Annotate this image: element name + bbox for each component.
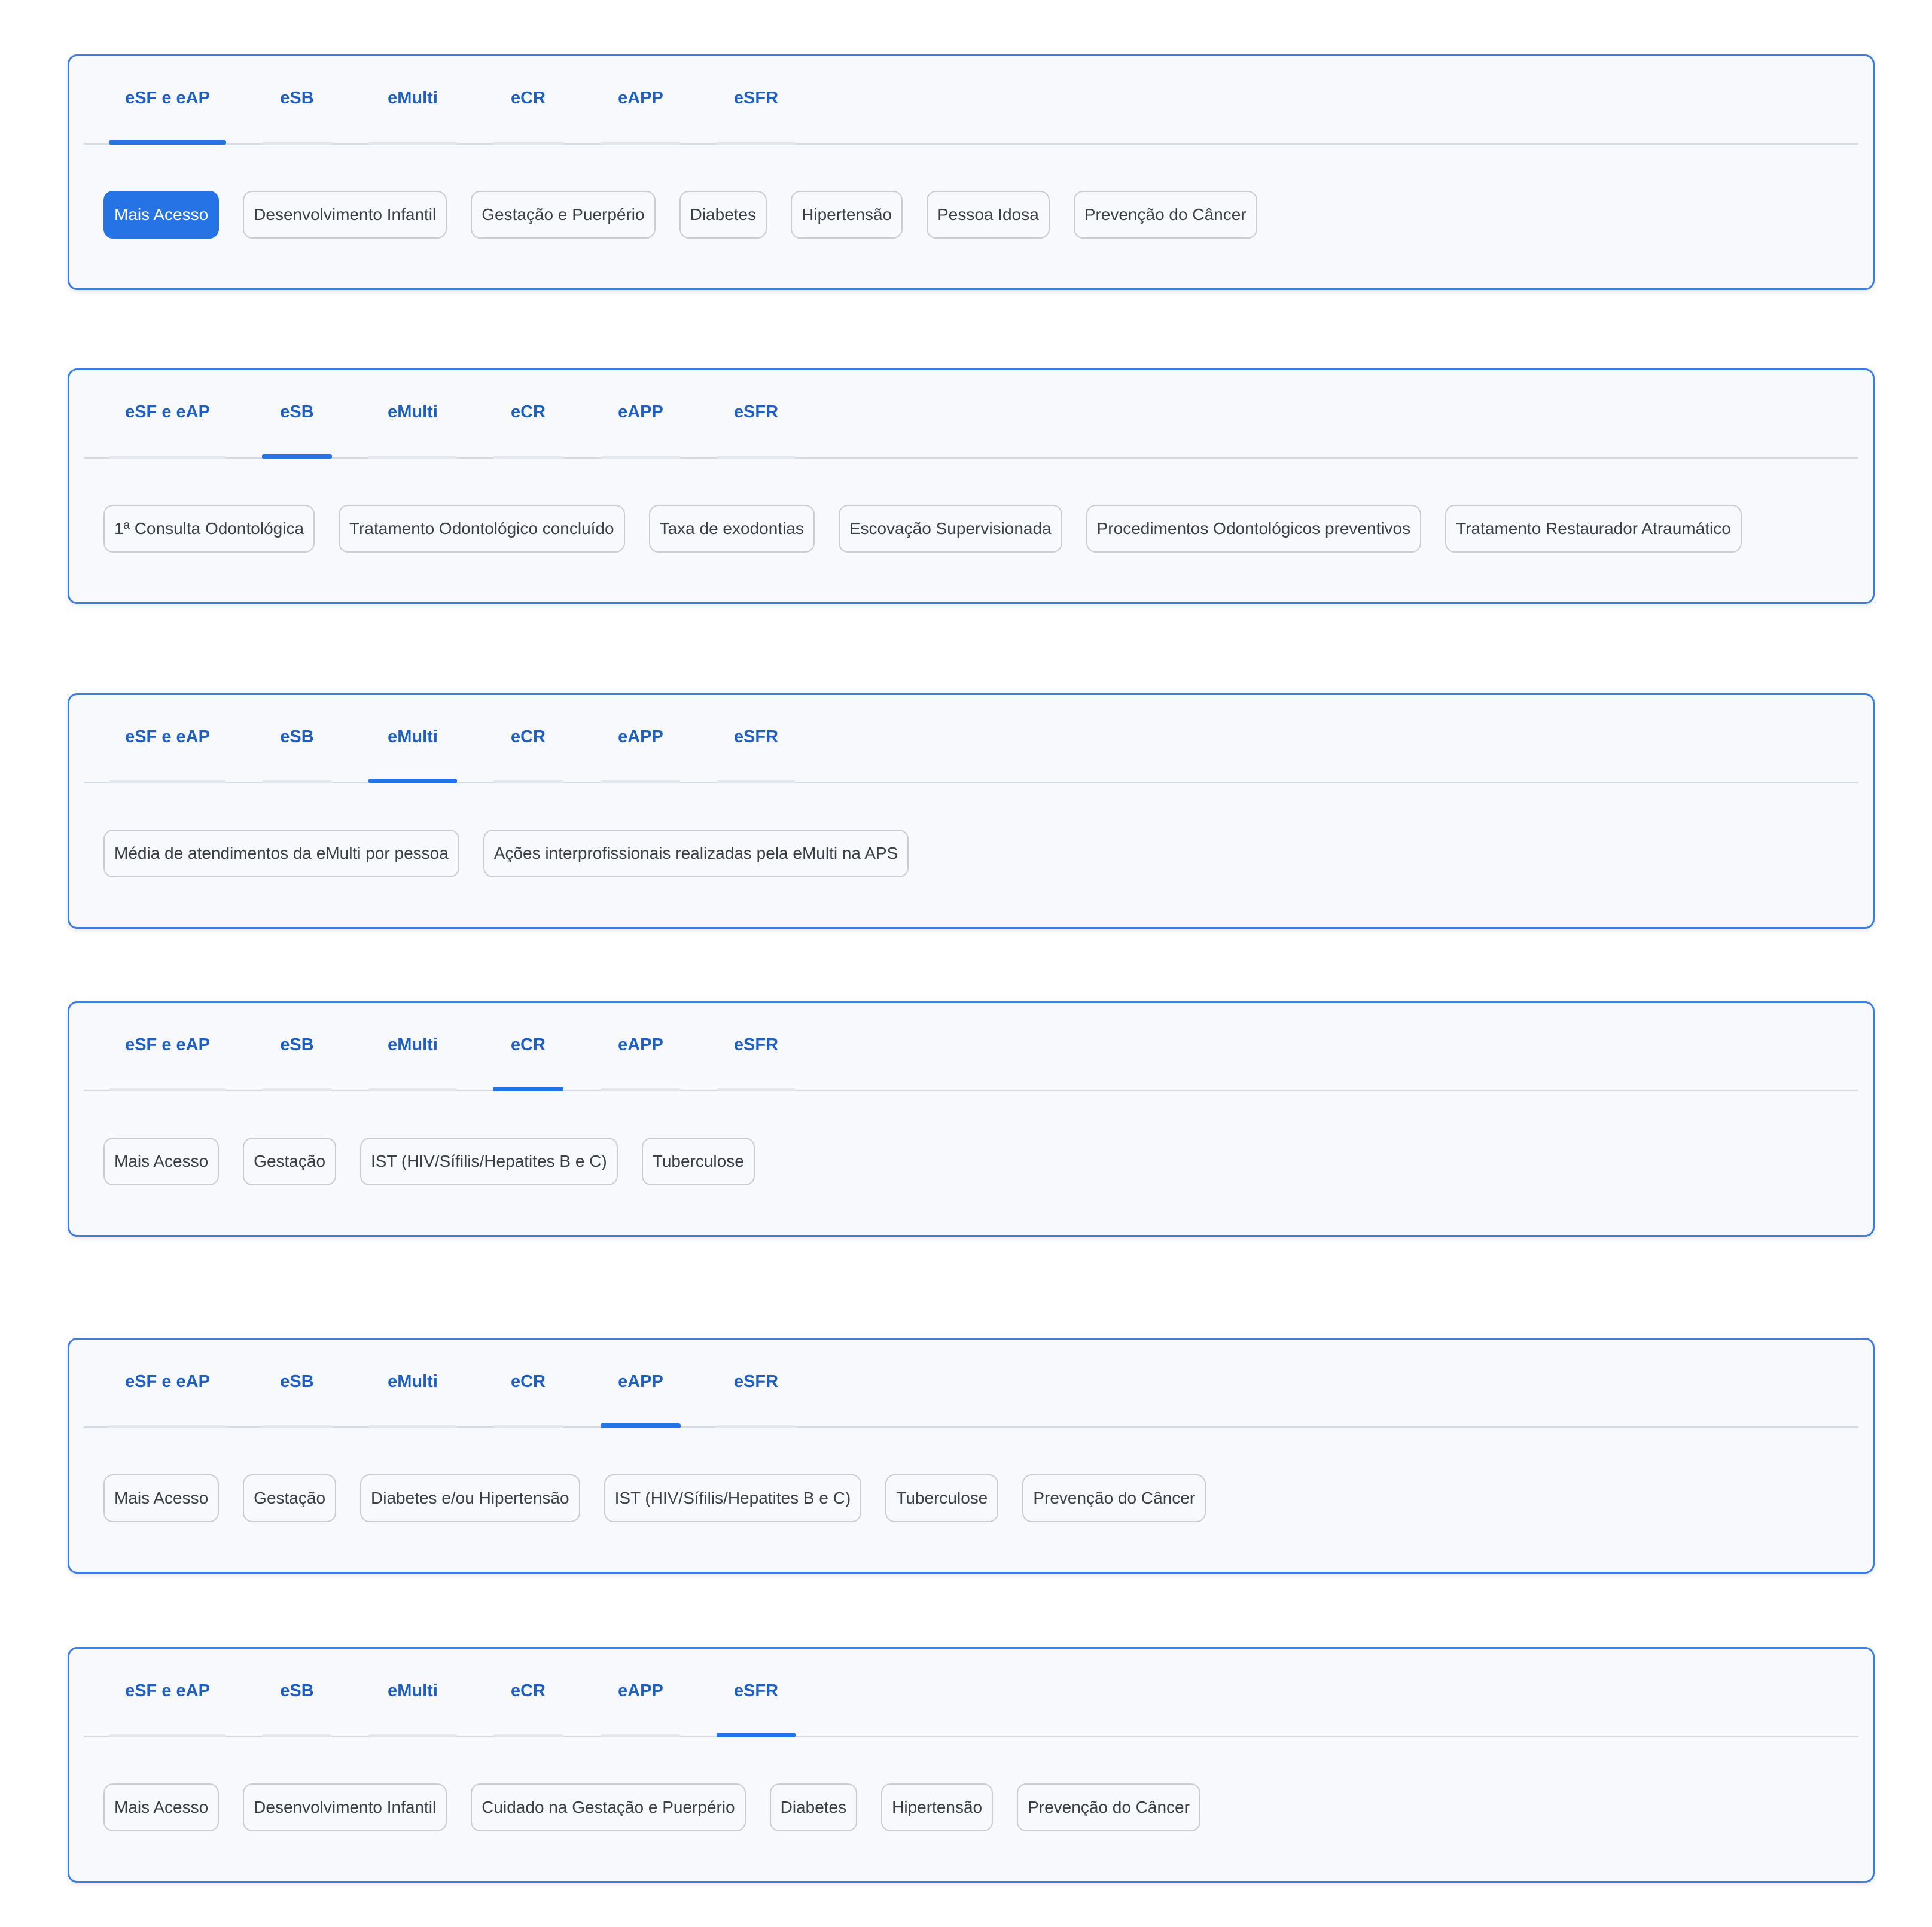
tab-eapp[interactable]: eAPP [601,1340,681,1428]
tab-esfr[interactable]: eSFR [717,695,796,783]
tab-esfr[interactable]: eSFR [717,56,796,145]
chip-desenvolvimento-infantil[interactable]: Desenvolvimento Infantil [243,1783,447,1831]
chip-cuidado-gestacao-puerperio[interactable]: Cuidado na Gestação e Puerpério [471,1783,746,1831]
team-tabs: eSF e eAP eSB eMulti eCR eAPP eSFR [84,1003,1858,1091]
tab-eapp[interactable]: eAPP [601,1649,681,1737]
tab-esfr[interactable]: eSFR [717,1649,796,1737]
tab-esfr[interactable]: eSFR [717,370,796,459]
chip-mais-acesso[interactable]: Mais Acesso [103,1783,220,1831]
tab-emulti[interactable]: eMulti [368,370,457,459]
tab-esf-eap[interactable]: eSF e eAP [109,1649,226,1737]
tab-esb[interactable]: eSB [262,1649,332,1737]
tab-esb[interactable]: eSB [262,695,332,783]
tab-esb[interactable]: eSB [262,370,332,459]
chip-tuberculose[interactable]: Tuberculose [885,1474,999,1522]
tab-esf-eap[interactable]: eSF e eAP [109,1003,226,1091]
chip-media-atendimentos-emulti[interactable]: Média de atendimentos da eMulti por pess… [103,830,459,877]
tab-eapp[interactable]: eAPP [601,1003,681,1091]
chip-primeira-consulta-odontologica[interactable]: 1ª Consulta Odontológica [103,505,315,553]
panel-ecr: eSF e eAP eSB eMulti eCR eAPP eSFR Mais … [68,1001,1875,1237]
tab-esf-eap[interactable]: eSF e eAP [109,370,226,459]
tab-esfr[interactable]: eSFR [717,1340,796,1428]
chip-gestacao-puerperio[interactable]: Gestação e Puerpério [471,191,656,239]
tab-ecr[interactable]: eCR [493,695,563,783]
tab-emulti[interactable]: eMulti [368,56,457,145]
panel-emulti: eSF e eAP eSB eMulti eCR eAPP eSFR Média… [68,693,1875,929]
team-tabs: eSF e eAP eSB eMulti eCR eAPP eSFR [84,1340,1858,1428]
indicator-panels-page: eSF e eAP eSB eMulti eCR eAPP eSFR Mais … [0,0,1932,1927]
tab-esf-eap[interactable]: eSF e eAP [109,1340,226,1428]
panel-eapp: eSF e eAP eSB eMulti eCR eAPP eSFR Mais … [68,1338,1875,1574]
panel-esf-eap: eSF e eAP eSB eMulti eCR eAPP eSFR Mais … [68,54,1875,290]
tab-esfr[interactable]: eSFR [717,1003,796,1091]
team-tabs: eSF e eAP eSB eMulti eCR eAPP eSFR [84,1649,1858,1737]
tab-eapp[interactable]: eAPP [601,370,681,459]
indicator-chips: Média de atendimentos da eMulti por pess… [103,830,909,877]
chip-hipertensao[interactable]: Hipertensão [881,1783,994,1831]
tab-emulti[interactable]: eMulti [368,1003,457,1091]
chip-desenvolvimento-infantil[interactable]: Desenvolvimento Infantil [243,191,447,239]
panel-esb: eSF e eAP eSB eMulti eCR eAPP eSFR 1ª Co… [68,368,1875,604]
tab-esb[interactable]: eSB [262,1003,332,1091]
chip-diabetes[interactable]: Diabetes [679,191,767,239]
chip-hipertensao[interactable]: Hipertensão [791,191,903,239]
chip-prevencao-cancer[interactable]: Prevenção do Câncer [1022,1474,1206,1522]
chip-mais-acesso[interactable]: Mais Acesso [103,191,220,239]
chip-gestacao[interactable]: Gestação [243,1474,337,1522]
chip-prevencao-cancer[interactable]: Prevenção do Câncer [1017,1783,1200,1831]
tab-eapp[interactable]: eAPP [601,56,681,145]
tab-esb[interactable]: eSB [262,56,332,145]
tab-esb[interactable]: eSB [262,1340,332,1428]
indicator-chips: Mais Acesso Desenvolvimento Infantil Ges… [103,191,1257,239]
team-tabs: eSF e eAP eSB eMulti eCR eAPP eSFR [84,695,1858,783]
chip-tratamento-restaurador-atraumatico[interactable]: Tratamento Restaurador Atraumático [1445,505,1742,553]
chip-tuberculose[interactable]: Tuberculose [641,1138,755,1185]
chip-gestacao[interactable]: Gestação [243,1138,337,1185]
chip-diabetes[interactable]: Diabetes [769,1783,858,1831]
indicator-chips: Mais Acesso Desenvolvimento Infantil Cui… [103,1783,1200,1831]
chip-acoes-interprofissionais[interactable]: Ações interprofissionais realizadas pela… [483,830,909,877]
team-tabs: eSF e eAP eSB eMulti eCR eAPP eSFR [84,370,1858,459]
tab-emulti[interactable]: eMulti [368,1340,457,1428]
tab-emulti[interactable]: eMulti [368,1649,457,1737]
tab-eapp[interactable]: eAPP [601,695,681,783]
chip-prevencao-cancer[interactable]: Prevenção do Câncer [1073,191,1257,239]
tab-esf-eap[interactable]: eSF e eAP [109,695,226,783]
chip-tratamento-odontologico-concluido[interactable]: Tratamento Odontológico concluído [339,505,625,553]
indicator-chips: Mais Acesso Gestação Diabetes e/ou Hiper… [103,1474,1206,1522]
tab-ecr[interactable]: eCR [493,1340,563,1428]
chip-procedimentos-preventivos[interactable]: Procedimentos Odontológicos preventivos [1086,505,1422,553]
chip-ist[interactable]: IST (HIV/Sífilis/Hepatites B e C) [604,1474,862,1522]
panel-esfr: eSF e eAP eSB eMulti eCR eAPP eSFR Mais … [68,1647,1875,1883]
chip-escovacao-supervisionada[interactable]: Escovação Supervisionada [838,505,1062,553]
tab-ecr[interactable]: eCR [493,1649,563,1737]
chip-mais-acesso[interactable]: Mais Acesso [103,1138,220,1185]
tab-emulti[interactable]: eMulti [368,695,457,783]
indicator-chips: Mais Acesso Gestação IST (HIV/Sífilis/He… [103,1138,755,1185]
tab-ecr[interactable]: eCR [493,1003,563,1091]
tab-ecr[interactable]: eCR [493,56,563,145]
tab-esf-eap[interactable]: eSF e eAP [109,56,226,145]
chip-taxa-exodontias[interactable]: Taxa de exodontias [648,505,815,553]
team-tabs: eSF e eAP eSB eMulti eCR eAPP eSFR [84,56,1858,145]
chip-pessoa-idosa[interactable]: Pessoa Idosa [927,191,1050,239]
chip-diabetes-hipertensao[interactable]: Diabetes e/ou Hipertensão [360,1474,580,1522]
chip-ist[interactable]: IST (HIV/Sífilis/Hepatites B e C) [360,1138,618,1185]
indicator-chips: 1ª Consulta Odontológica Tratamento Odon… [103,505,1742,553]
tab-ecr[interactable]: eCR [493,370,563,459]
chip-mais-acesso[interactable]: Mais Acesso [103,1474,220,1522]
